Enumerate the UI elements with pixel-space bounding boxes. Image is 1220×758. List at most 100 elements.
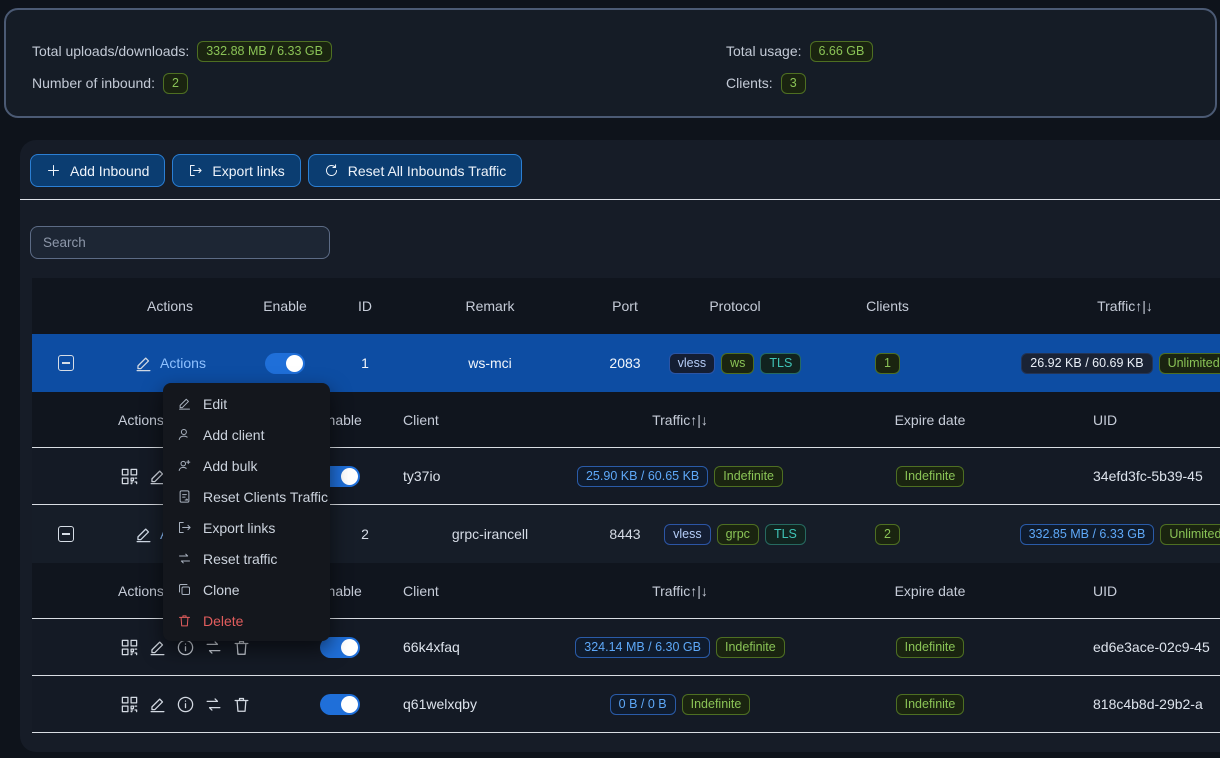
add-inbound-button[interactable]: Add Inbound xyxy=(30,154,165,187)
inbound-port: 8443 xyxy=(580,526,670,542)
table-header-row: Actions Enable ID Remark Port Protocol C… xyxy=(32,278,1220,334)
total-usage-value: 6.66 GB xyxy=(810,41,874,62)
traffic-limit-badge: Unlimited xyxy=(1159,353,1220,374)
file-reset-icon xyxy=(177,489,192,504)
qrcode-icon[interactable] xyxy=(120,638,139,657)
reset-all-traffic-label: Reset All Inbounds Traffic xyxy=(348,163,507,179)
client-uid: 818c4b8d-29b2-a xyxy=(1060,696,1220,712)
header-traffic-sort[interactable]: Traffic↑|↓ xyxy=(975,298,1220,314)
inbound-enable-toggle[interactable] xyxy=(265,353,305,374)
client-enable-toggle[interactable] xyxy=(320,694,360,715)
client-header-client: Client xyxy=(370,583,560,599)
row-checkbox-indeterminate[interactable] xyxy=(58,526,74,542)
protocol-badge-vless: vless xyxy=(664,524,710,545)
header-remark[interactable]: Remark xyxy=(400,298,580,314)
client-uid: ed6e3ace-02c9-45 xyxy=(1060,639,1220,655)
client-traffic-badge: 0 B / 0 B xyxy=(610,694,676,715)
qrcode-icon[interactable] xyxy=(120,467,139,486)
header-port[interactable]: Port xyxy=(580,298,670,314)
info-icon[interactable] xyxy=(176,695,195,714)
row-actions-dropdown[interactable]: Actions xyxy=(134,354,206,373)
client-header-client: Client xyxy=(370,412,560,428)
client-header-uid: UID xyxy=(1060,583,1220,599)
client-row-q61welxqby: q61welxqby 0 B / 0 B Indefinite Indefini… xyxy=(32,676,1220,733)
header-clients[interactable]: Clients xyxy=(800,298,975,314)
client-header-expire: Expire date xyxy=(800,583,1060,599)
user-add-icon xyxy=(177,427,192,442)
toolbar: Add Inbound Export links Reset All Inbou… xyxy=(30,154,522,187)
menu-item-add-client[interactable]: Add client xyxy=(163,419,330,450)
uploads-downloads-label: Total uploads/downloads: xyxy=(32,43,189,59)
export-icon xyxy=(188,163,203,178)
client-expire-badge: Indefinite xyxy=(896,466,965,487)
uploads-downloads-value: 332.88 MB / 6.33 GB xyxy=(197,41,332,62)
menu-item-clone[interactable]: Clone xyxy=(163,574,330,605)
menu-item-reset-traffic[interactable]: Reset traffic xyxy=(163,543,330,574)
inbound-port: 2083 xyxy=(580,355,670,371)
clients-count-badge: 2 xyxy=(875,524,900,545)
total-usage-label: Total usage: xyxy=(726,43,802,59)
plus-icon xyxy=(46,163,61,178)
search-input[interactable] xyxy=(30,226,330,259)
delete-client-icon[interactable] xyxy=(232,695,251,714)
menu-item-delete[interactable]: Delete xyxy=(163,605,330,636)
edit-client-icon[interactable] xyxy=(148,638,167,657)
protocol-badge-vless: vless xyxy=(669,353,715,374)
client-traffic-badge: 324.14 MB / 6.30 GB xyxy=(575,637,710,658)
export-icon xyxy=(177,520,192,535)
protocol-badge-tls: TLS xyxy=(760,353,801,374)
client-header-traffic-sort[interactable]: Traffic↑|↓ xyxy=(560,583,800,599)
edit-client-icon[interactable] xyxy=(148,695,167,714)
client-uid: 34efd3fc-5b39-45 xyxy=(1060,468,1220,484)
inbound-remark: ws-mci xyxy=(400,355,580,371)
toolbar-divider xyxy=(20,199,1220,200)
client-header-expire: Expire date xyxy=(800,412,1060,428)
client-expire-badge: Indefinite xyxy=(896,637,965,658)
clients-count-label: Clients: xyxy=(726,75,773,91)
export-links-label: Export links xyxy=(212,163,284,179)
clients-count-badge: 1 xyxy=(875,353,900,374)
client-expire-badge: Indefinite xyxy=(896,694,965,715)
client-header-uid: UID xyxy=(1060,412,1220,428)
client-name: 66k4xfaq xyxy=(370,639,560,655)
swap-icon xyxy=(177,551,192,566)
client-limit-badge: Indefinite xyxy=(714,466,783,487)
edit-icon xyxy=(134,525,153,544)
users-add-icon xyxy=(177,458,192,473)
header-enable[interactable]: Enable xyxy=(240,298,330,314)
menu-item-reset-clients-traffic[interactable]: Reset Clients Traffic xyxy=(163,481,330,512)
traffic-badge: 26.92 KB / 60.69 KB xyxy=(1021,353,1152,374)
qrcode-icon[interactable] xyxy=(120,695,139,714)
edit-icon xyxy=(134,354,153,373)
add-inbound-label: Add Inbound xyxy=(70,163,149,179)
client-traffic-badge: 25.90 KB / 60.65 KB xyxy=(577,466,708,487)
trash-icon xyxy=(177,613,192,628)
reload-icon xyxy=(324,163,339,178)
edit-icon xyxy=(177,396,192,411)
clone-icon xyxy=(177,582,192,597)
row-actions-label: Actions xyxy=(160,355,206,371)
export-links-button[interactable]: Export links xyxy=(172,154,300,187)
header-actions[interactable]: Actions xyxy=(100,298,240,314)
row-checkbox-indeterminate[interactable] xyxy=(58,355,74,371)
client-name: ty37io xyxy=(370,468,560,484)
traffic-limit-badge: Unlimited xyxy=(1160,524,1220,545)
reset-traffic-icon[interactable] xyxy=(204,695,223,714)
inbound-remark: grpc-irancell xyxy=(400,526,580,542)
header-protocol[interactable]: Protocol xyxy=(670,298,800,314)
menu-item-edit[interactable]: Edit xyxy=(163,388,330,419)
clients-count-value: 3 xyxy=(781,73,806,94)
traffic-badge: 332.85 MB / 6.33 GB xyxy=(1020,524,1155,545)
reset-all-traffic-button[interactable]: Reset All Inbounds Traffic xyxy=(308,154,523,187)
client-limit-badge: Indefinite xyxy=(716,637,785,658)
client-header-traffic-sort[interactable]: Traffic↑|↓ xyxy=(560,412,800,428)
stats-card: Total uploads/downloads: 332.88 MB / 6.3… xyxy=(4,8,1217,118)
menu-item-export-links[interactable]: Export links xyxy=(163,512,330,543)
client-limit-badge: Indefinite xyxy=(682,694,751,715)
protocol-badge-grpc: grpc xyxy=(717,524,759,545)
client-name: q61welxqby xyxy=(370,696,560,712)
actions-context-menu: Edit Add client Add bulk Reset Clients T… xyxy=(163,383,330,641)
header-id[interactable]: ID xyxy=(330,298,400,314)
menu-item-add-bulk[interactable]: Add bulk xyxy=(163,450,330,481)
inbound-count-label: Number of inbound: xyxy=(32,75,155,91)
